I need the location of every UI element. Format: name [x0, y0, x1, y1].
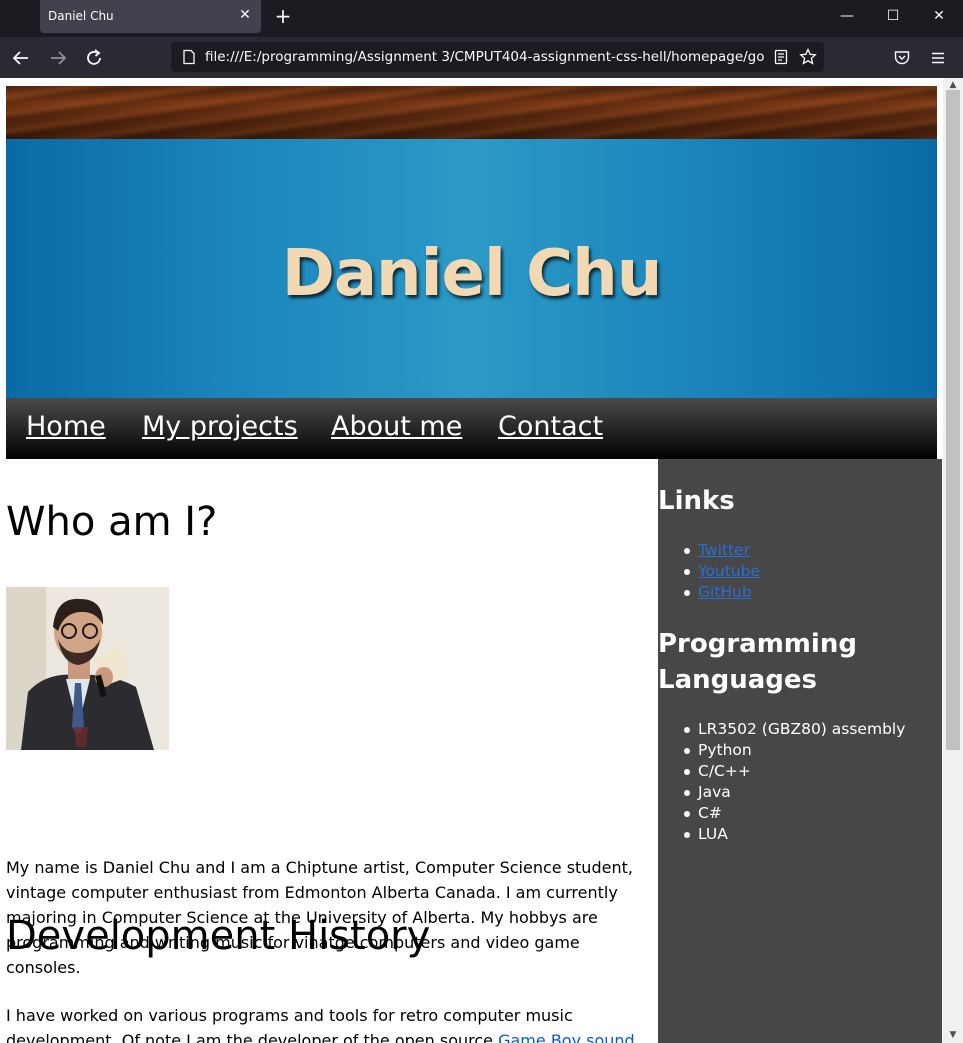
banner-title: Daniel Chu — [281, 237, 663, 311]
close-window-icon[interactable]: ✕ — [924, 6, 954, 26]
github-link[interactable]: GitHub — [698, 583, 752, 601]
bookmark-star-icon[interactable] — [799, 48, 817, 66]
menu-icon[interactable] — [929, 49, 947, 67]
scroll-down-icon[interactable]: ▼ — [947, 1030, 959, 1040]
youtube-link[interactable]: Youtube — [698, 562, 760, 580]
vertical-scrollbar[interactable]: ▲ ▼ — [943, 78, 963, 1043]
list-item: Python — [658, 740, 905, 761]
history-paragraph: I have worked on various programs and to… — [6, 1003, 651, 1043]
tab-strip: Daniel Chu ✕ + — ☐ ✕ — [0, 0, 963, 37]
twitter-link[interactable]: Twitter — [698, 541, 750, 559]
back-icon[interactable] — [10, 47, 32, 69]
scrollbar-thumb[interactable] — [946, 90, 960, 750]
list-item: Java — [658, 782, 905, 803]
profile-photo — [6, 587, 169, 750]
nav-home-link[interactable]: Home — [26, 411, 106, 442]
list-item: C/C++ — [658, 761, 905, 782]
minimize-icon[interactable]: — — [832, 6, 862, 26]
profile-photo-image — [6, 587, 169, 750]
document-icon — [183, 49, 195, 65]
nav-projects-link[interactable]: My projects — [142, 411, 298, 442]
address-bar[interactable]: file:///E:/programming/Assignment 3/CMPU… — [171, 42, 824, 72]
reader-view-icon[interactable] — [773, 49, 789, 65]
banner: Daniel Chu — [6, 139, 937, 398]
page-viewport: Daniel Chu Home My projects About me Con… — [0, 78, 943, 1043]
pocket-icon[interactable] — [893, 49, 911, 67]
tab-title: Daniel Chu — [48, 9, 114, 23]
who-am-i-heading: Who am I? — [6, 499, 218, 545]
wood-header-strip — [6, 86, 937, 139]
nav-about-link[interactable]: About me — [331, 411, 462, 442]
browser-toolbar: file:///E:/programming/Assignment 3/CMPU… — [0, 37, 963, 78]
list-item: Youtube — [658, 561, 760, 582]
close-tab-icon[interactable]: ✕ — [237, 7, 253, 23]
languages-list: LR3502 (GBZ80) assembly Python C/C++ Jav… — [658, 719, 905, 845]
site-nav: Home My projects About me Contact — [6, 398, 937, 459]
development-history-heading: Development History — [6, 913, 431, 959]
list-item: LUA — [658, 824, 905, 845]
list-item: C# — [658, 803, 905, 824]
maximize-icon[interactable]: ☐ — [878, 6, 908, 26]
history-paragraph-text: I have worked on various programs and to… — [6, 1006, 573, 1043]
forward-icon[interactable] — [47, 47, 69, 69]
browser-tab[interactable]: Daniel Chu ✕ — [40, 0, 261, 33]
nav-contact-link[interactable]: Contact — [498, 411, 603, 442]
new-tab-icon[interactable]: + — [272, 5, 294, 27]
list-item: GitHub — [658, 582, 760, 603]
list-item: Twitter — [658, 540, 760, 561]
links-heading: Links — [658, 486, 735, 516]
list-item: LR3502 (GBZ80) assembly — [658, 719, 905, 740]
reload-icon[interactable] — [83, 47, 105, 69]
game-boy-sound-link[interactable]: Game Boy sound — [498, 1031, 635, 1043]
links-list: Twitter Youtube GitHub — [658, 540, 760, 603]
languages-heading: Programming Languages — [658, 629, 857, 695]
url-text[interactable]: file:///E:/programming/Assignment 3/CMPU… — [205, 49, 765, 65]
scroll-up-icon[interactable]: ▲ — [947, 80, 959, 90]
sidebar: Links Twitter Youtube GitHub Programming… — [658, 459, 942, 1043]
